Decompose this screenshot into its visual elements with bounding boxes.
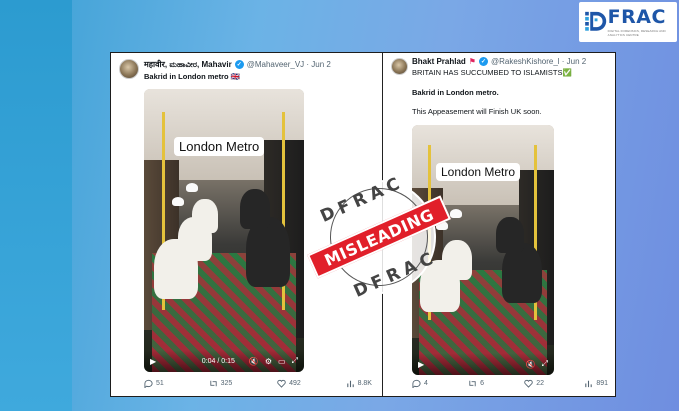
views-button[interactable]: 891 xyxy=(584,379,608,388)
play-icon[interactable]: ▶ xyxy=(418,360,424,369)
video-time: 0:04 / 0:15 xyxy=(201,357,235,365)
video-figure xyxy=(172,197,184,206)
mute-icon[interactable]: 🔇 xyxy=(249,357,259,366)
like-count: 22 xyxy=(536,380,545,387)
verified-badge-icon: ✓ xyxy=(234,60,244,69)
repost-count: 325 xyxy=(220,380,233,387)
dfrac-logo: FRAC DIGITAL FORENSICS, RESEARCH AND ANA… xyxy=(579,2,677,42)
heart-icon xyxy=(277,379,286,388)
repost-icon xyxy=(209,380,217,387)
video-figure xyxy=(186,183,198,192)
video-controls: ▶ 0:04 / 0:15 🔇 ⚙ ▭ ⤢ xyxy=(144,350,304,372)
video-figure xyxy=(192,199,218,233)
verified-badge-icon: ✓ xyxy=(478,57,488,66)
tweet-text-line-1: BRITAIN HAS SUCCUMBED TO ISLAMISTS✅ xyxy=(412,68,572,77)
flag-icon: ⚑ xyxy=(468,57,476,66)
tweet-actions: 4 6 22 891 xyxy=(412,379,608,388)
like-button[interactable]: 22 xyxy=(524,379,544,388)
views-chart-icon xyxy=(346,380,354,388)
dfrac-logo-mark-icon xyxy=(585,11,607,31)
views-button[interactable]: 8.8K xyxy=(346,379,372,388)
tweet-video[interactable]: London Metro ▶ 0:04 / 0:15 🔇 ⚙ ▭ ⤢ xyxy=(144,89,304,372)
settings-icon[interactable]: ⚙ xyxy=(265,357,272,366)
fullscreen-icon[interactable]: ⤢ xyxy=(542,359,548,369)
video-controls: ▶ 🔇 ⤢ xyxy=(412,353,554,375)
video-caption-label: London Metro xyxy=(174,137,265,156)
video-caption-label: London Metro xyxy=(436,163,521,181)
reply-count: 4 xyxy=(424,380,428,387)
like-count: 492 xyxy=(289,380,301,387)
video-figure xyxy=(496,217,524,253)
reply-count: 51 xyxy=(156,380,164,387)
tweet-text: Bakrid in London metro 🇬🇧 xyxy=(144,72,241,81)
handle-date[interactable]: @Mahaveer_VJ · Jun 2 xyxy=(247,60,331,69)
tweet-actions: 51 325 492 8.8K xyxy=(144,379,372,388)
mute-icon[interactable]: 🔇 xyxy=(526,360,536,369)
tweet-text-line-2: Bakrid in London metro. xyxy=(412,88,499,97)
view-count: 8.8K xyxy=(357,380,372,387)
heart-icon xyxy=(524,379,533,388)
views-chart-icon xyxy=(585,380,593,388)
reply-icon xyxy=(412,379,421,388)
repost-button[interactable]: 6 xyxy=(468,379,484,388)
background-strip xyxy=(0,0,72,411)
fullscreen-icon[interactable]: ⤢ xyxy=(292,356,298,366)
reply-icon xyxy=(144,379,153,388)
like-button[interactable]: 492 xyxy=(277,379,301,388)
video-figure xyxy=(240,189,270,229)
view-count: 891 xyxy=(596,380,608,387)
pip-icon[interactable]: ▭ xyxy=(278,357,286,366)
repost-button[interactable]: 325 xyxy=(209,379,233,388)
brand-name: FRAC xyxy=(607,5,666,28)
repost-count: 6 xyxy=(480,380,485,387)
reply-button[interactable]: 4 xyxy=(412,379,428,388)
repost-icon xyxy=(469,380,476,387)
play-icon[interactable]: ▶ xyxy=(150,357,156,366)
avatar[interactable] xyxy=(391,58,408,75)
tweet-header: Bhakt Prahlad ⚑ ✓ @RakeshKishore_l · Jun… xyxy=(412,57,586,66)
display-name[interactable]: Bhakt Prahlad xyxy=(412,57,466,66)
tweet-text-line-3: This Appeasement will Finish UK soon. xyxy=(412,107,542,116)
display-name[interactable]: महावीर, ಮಹಾವೀರ, Mahavir xyxy=(144,59,232,70)
reply-button[interactable]: 51 xyxy=(144,379,164,388)
tweet-header: महावीर, ಮಹಾವೀರ, Mahavir ✓ @Mahaveer_VJ ·… xyxy=(144,59,331,70)
handle-date[interactable]: @RakeshKishore_l · Jun 2 xyxy=(491,57,586,66)
avatar[interactable] xyxy=(119,59,139,79)
brand-tagline: DIGITAL FORENSICS, RESEARCH AND ANALYTIC… xyxy=(607,28,666,37)
